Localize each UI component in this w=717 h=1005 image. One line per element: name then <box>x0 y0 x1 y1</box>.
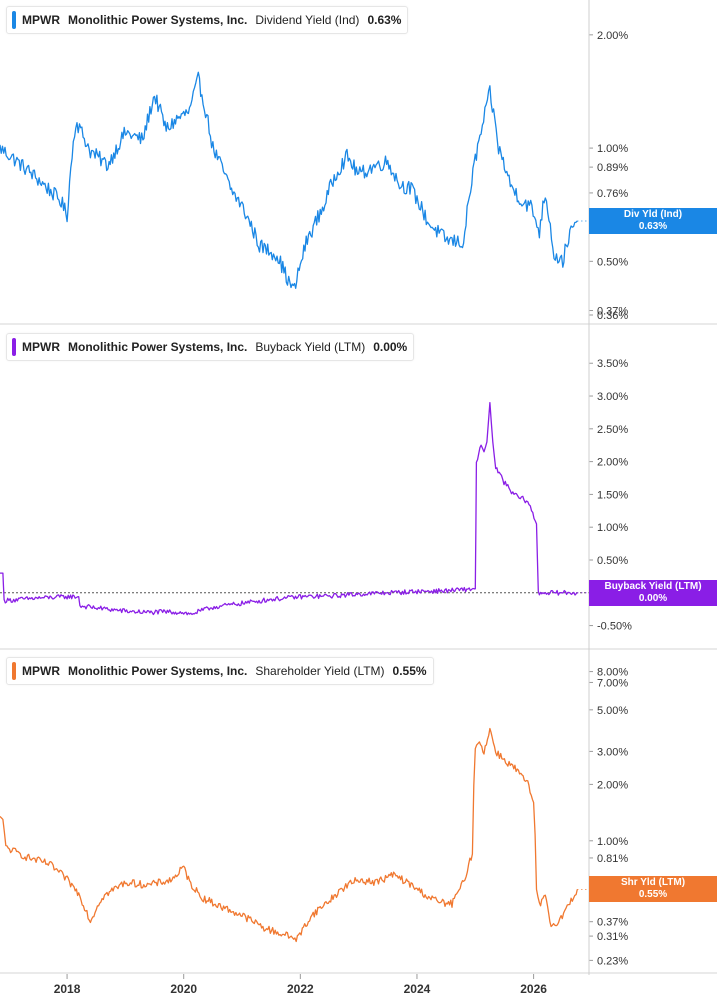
current-value-flag-buyback: Buyback Yield (LTM) 0.00% <box>589 580 717 606</box>
legend-buyback-yield[interactable]: MPWR Monolithic Power Systems, Inc. Buyb… <box>6 333 415 361</box>
legend-company: Monolithic Power Systems, Inc. <box>68 664 248 678</box>
y-tick-label: 0.89% <box>597 162 628 174</box>
y-tick-label: 0.50% <box>597 555 628 567</box>
x-tick-label: 2024 <box>404 982 431 996</box>
y-tick-label: 1.00% <box>597 522 628 534</box>
y-tick-label: 2.50% <box>597 424 628 436</box>
legend-company: Monolithic Power Systems, Inc. <box>68 340 248 354</box>
legend-value: 0.63% <box>367 13 402 27</box>
flag-value: 0.55% <box>638 889 668 900</box>
legend-value: 0.55% <box>392 664 427 678</box>
legend-swatch <box>12 11 16 29</box>
y-tick-label: -0.50% <box>597 621 632 633</box>
x-tick-label: 2020 <box>170 982 197 996</box>
y-tick-label: 5.00% <box>597 705 628 717</box>
y-tick-label: 2.00% <box>597 779 628 791</box>
legend-ticker: MPWR <box>22 664 60 678</box>
legend-metric: Dividend Yield (Ind) <box>255 13 360 27</box>
legend-company: Monolithic Power Systems, Inc. <box>68 13 248 27</box>
y-tick-label: 0.36% <box>597 310 628 322</box>
flag-title: Shr Yld (LTM) <box>620 877 686 888</box>
legend-swatch <box>12 338 16 356</box>
series-line-2[interactable] <box>0 401 578 616</box>
x-tick-label: 2018 <box>54 982 81 996</box>
current-value-flag-dividend: Div Yld (Ind) 0.63% <box>589 208 717 234</box>
legend-ticker: MPWR <box>22 13 60 27</box>
y-tick-label: 0.50% <box>597 256 628 268</box>
legend-dividend-yield[interactable]: MPWR Monolithic Power Systems, Inc. Divi… <box>6 6 409 34</box>
y-tick-label: 0.81% <box>597 853 628 865</box>
y-tick-label: 0.23% <box>597 955 628 967</box>
y-tick-label: 1.00% <box>597 143 628 155</box>
y-tick-label: 3.00% <box>597 746 628 758</box>
legend-swatch <box>12 662 16 680</box>
y-tick-label: 3.00% <box>597 391 628 403</box>
series-line-1[interactable] <box>0 71 578 289</box>
legend-value: 0.00% <box>373 340 408 354</box>
y-tick-label: 0.31% <box>597 931 628 943</box>
y-tick-label: 2.00% <box>597 457 628 469</box>
chart-canvas: 2.00% 1.00% 0.89% 0.76% 0.50% 0.37% 0.36% 3.50%… <box>0 0 717 996</box>
series-line-3[interactable] <box>0 727 578 943</box>
y-tick-label: 1.50% <box>597 489 628 501</box>
legend-shareholder-yield[interactable]: MPWR Monolithic Power Systems, Inc. Shar… <box>6 657 434 685</box>
legend-metric: Shareholder Yield (LTM) <box>255 664 385 678</box>
x-tick-label: 2022 <box>287 982 314 996</box>
legend-metric: Buyback Yield (LTM) <box>255 340 366 354</box>
flag-value: 0.00% <box>638 593 668 604</box>
flag-title: Buyback Yield (LTM) <box>604 581 702 592</box>
flag-title: Div Yld (Ind) <box>623 209 683 220</box>
panel-1: 2.00%1.00%0.89%0.76%0.50%0.37%0.36% <box>0 30 717 325</box>
y-tick-label: 1.00% <box>597 836 628 848</box>
panel-3: 8.00%7.00%5.00%3.00%2.00%1.00%0.81%0.37%… <box>0 667 717 974</box>
x-tick-label: 2026 <box>520 982 547 996</box>
current-value-flag-shareholder: Shr Yld (LTM) 0.55% <box>589 876 717 902</box>
y-tick-label: 0.76% <box>597 188 628 200</box>
y-tick-label: 7.00% <box>597 677 628 689</box>
y-tick-label: 0.37% <box>597 917 628 929</box>
y-tick-label: 3.50% <box>597 358 628 370</box>
y-tick-label: 2.00% <box>597 30 628 42</box>
flag-value: 0.63% <box>638 221 668 232</box>
chart-stage: 2.00% 1.00% 0.89% 0.76% 0.50% 0.37% 0.36% 3.50%… <box>0 0 717 1005</box>
legend-ticker: MPWR <box>22 340 60 354</box>
